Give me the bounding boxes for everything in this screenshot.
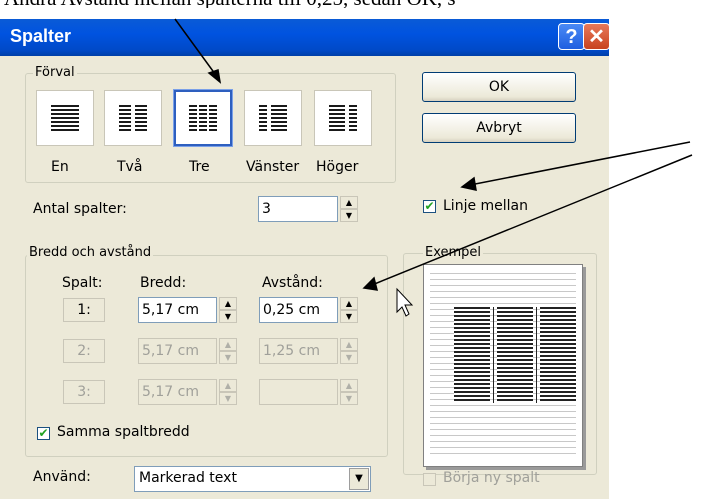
arrow-head-2: [460, 176, 477, 191]
arrow-head-3: [362, 276, 379, 291]
annotation-arrows: [174, 18, 693, 317]
arrow-to-presets: [174, 18, 219, 79]
arrow-to-spacing: [371, 154, 693, 286]
mouse-cursor-icon: [396, 287, 414, 317]
arrow-to-line-between: [469, 141, 691, 186]
arrow-head-1: [207, 69, 222, 84]
